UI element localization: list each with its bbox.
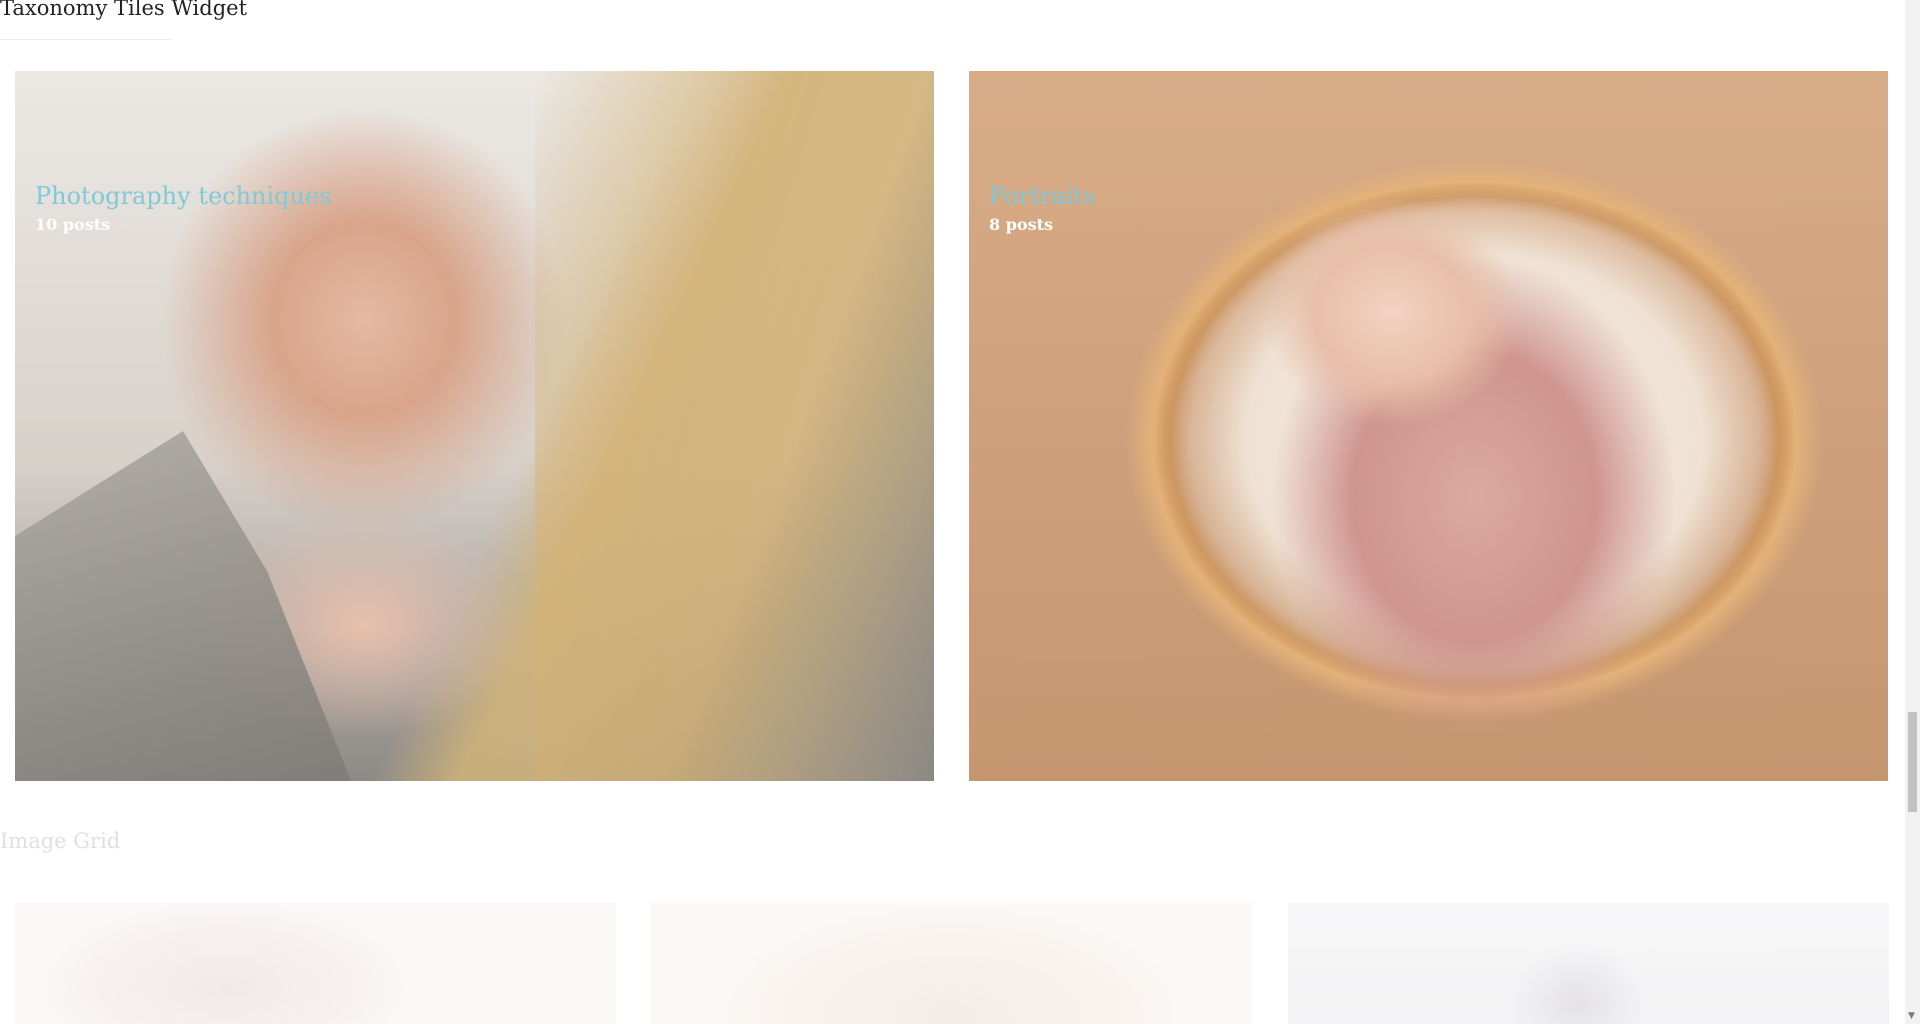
grid-image[interactable] — [15, 903, 616, 1024]
tile-post-count: 10 posts — [35, 215, 111, 234]
tile-portraits[interactable]: Portraits 8 posts — [969, 71, 1888, 781]
tile-post-count: 8 posts — [989, 215, 1053, 234]
grid-image[interactable] — [1288, 903, 1889, 1024]
tile-name[interactable]: Photography techniques — [35, 181, 332, 211]
tile-caption: Portraits 8 posts — [989, 181, 1095, 234]
chevron-down-icon[interactable]: ▼ — [1908, 1011, 1915, 1021]
tile-photography-techniques[interactable]: Photography techniques 10 posts — [15, 71, 934, 781]
tile-caption: Photography techniques 10 posts — [35, 181, 332, 234]
scrollbar-thumb[interactable] — [1908, 712, 1917, 812]
image-grid-title: Image Grid — [0, 829, 121, 853]
widget-title: Taxonomy Tiles Widget — [0, 0, 248, 20]
vertical-scrollbar[interactable]: ▼ — [1905, 0, 1920, 1024]
page: Taxonomy Tiles Widget Photography techni… — [0, 0, 1920, 1024]
grid-image[interactable] — [651, 903, 1252, 1024]
title-divider — [0, 39, 171, 40]
tile-name[interactable]: Portraits — [989, 181, 1095, 211]
